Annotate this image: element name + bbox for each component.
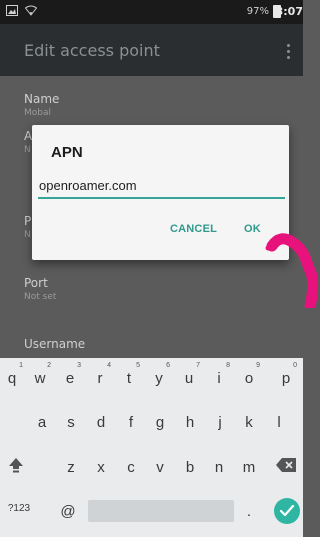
dialog-title: APN bbox=[51, 144, 83, 161]
image-icon bbox=[6, 5, 18, 19]
cancel-button[interactable]: CANCEL bbox=[170, 223, 217, 235]
key-a[interactable]: a bbox=[30, 414, 54, 431]
setting-title: Port bbox=[24, 276, 48, 290]
setting-value: Mobal bbox=[24, 108, 51, 118]
key-o[interactable]: o9 bbox=[237, 362, 261, 387]
key-t[interactable]: t5 bbox=[117, 362, 141, 387]
key-c[interactable]: c bbox=[119, 459, 143, 476]
backspace-icon[interactable] bbox=[274, 458, 298, 476]
more-vert-icon[interactable] bbox=[287, 44, 291, 62]
key-p[interactable]: p0 bbox=[274, 362, 298, 387]
key-u[interactable]: u7 bbox=[177, 362, 201, 387]
symbols-key[interactable]: ?123 bbox=[4, 503, 34, 514]
ok-button[interactable]: OK bbox=[244, 223, 261, 235]
wifi-icon bbox=[24, 5, 38, 19]
key-l[interactable]: l bbox=[267, 414, 291, 431]
key-b[interactable]: b bbox=[178, 459, 202, 476]
key-j[interactable]: j bbox=[208, 414, 232, 431]
setting-name[interactable]: Name Mobal bbox=[24, 92, 59, 118]
apn-input[interactable] bbox=[38, 173, 285, 199]
key-r[interactable]: r4 bbox=[88, 362, 112, 387]
key-g[interactable]: g bbox=[148, 414, 172, 431]
setting-port[interactable]: Port Not set bbox=[24, 276, 56, 302]
key-n[interactable]: n bbox=[207, 459, 231, 476]
battery-percentage: 97% bbox=[246, 6, 269, 17]
key-s[interactable]: s bbox=[59, 414, 83, 431]
apn-dialog: APN CANCEL OK bbox=[32, 125, 289, 260]
key-d[interactable]: d bbox=[89, 414, 113, 431]
setting-value: N bbox=[24, 230, 31, 240]
key-k[interactable]: k bbox=[237, 414, 261, 431]
app-bar: Edit access point bbox=[0, 24, 303, 76]
key-w[interactable]: w2 bbox=[28, 362, 52, 387]
spacebar[interactable] bbox=[88, 500, 234, 522]
key-z[interactable]: z bbox=[59, 459, 83, 476]
clock: 3:07 bbox=[275, 5, 303, 18]
key-h[interactable]: h bbox=[178, 414, 202, 431]
key-m[interactable]: m bbox=[237, 459, 261, 476]
key-y[interactable]: y6 bbox=[147, 362, 171, 387]
setting-value: N bbox=[24, 145, 31, 155]
setting-value: Not set bbox=[24, 292, 57, 302]
key-q[interactable]: q1 bbox=[0, 362, 24, 387]
check-icon bbox=[279, 504, 295, 517]
setting-proxy[interactable]: P N bbox=[24, 214, 31, 240]
key-x[interactable]: x bbox=[89, 459, 113, 476]
page-title: Edit access point bbox=[24, 41, 160, 60]
key-v[interactable]: v bbox=[148, 459, 172, 476]
key-e[interactable]: e3 bbox=[58, 362, 82, 387]
key-f[interactable]: f bbox=[119, 414, 143, 431]
shift-icon[interactable] bbox=[4, 456, 28, 478]
setting-title: Name bbox=[24, 92, 60, 106]
setting-username[interactable]: Username bbox=[24, 337, 85, 351]
setting-title: P bbox=[24, 214, 32, 228]
setting-title: Username bbox=[24, 337, 86, 351]
key-period[interactable]: . bbox=[237, 503, 261, 520]
key-at[interactable]: @ bbox=[56, 503, 80, 520]
setting-apn[interactable]: A N bbox=[24, 129, 32, 155]
setting-title: A bbox=[24, 129, 33, 143]
pointer-arrow-icon bbox=[265, 233, 319, 308]
status-bar: 97% 3:07 bbox=[0, 0, 303, 24]
key-i[interactable]: i8 bbox=[207, 362, 231, 387]
enter-key[interactable] bbox=[274, 498, 300, 524]
